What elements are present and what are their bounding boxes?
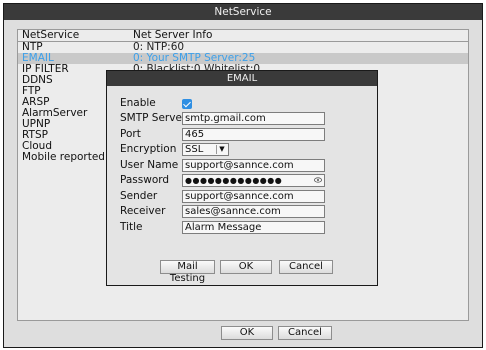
dialog-ok-button[interactable]: OK [220,260,272,274]
encryption-value: SSL [185,144,204,155]
email-dialog: EMAIL Enable SMTP Server smtp.gmail.com … [106,70,378,286]
sender-label: Sender [120,190,158,202]
title-label: Title [120,221,143,233]
column-header-netservice: NetService [22,29,80,41]
window-title: NetService [4,4,482,20]
cancel-button[interactable]: Cancel [278,326,332,340]
smtp-server-label: SMTP Server [120,112,187,124]
receiver-input[interactable]: sales@sannce.com [182,205,325,218]
password-field[interactable]: ●●●●●●●●●●●●● [182,174,325,187]
column-header-server-info: Net Server Info [133,29,213,41]
sender-input[interactable]: support@sannce.com [182,190,325,203]
title-input[interactable]: Alarm Message [182,221,325,234]
dialog-cancel-button[interactable]: Cancel [279,260,333,274]
password-label: Password [120,174,170,186]
dialog-title: EMAIL [107,71,377,86]
enable-checkbox[interactable] [182,99,192,109]
encryption-label: Encryption [120,143,177,155]
port-label: Port [120,128,141,140]
smtp-server-input[interactable]: smtp.gmail.com [182,112,325,125]
chevron-down-icon: ▼ [216,145,227,154]
list-header: NetService Net Server Info [18,30,468,42]
port-input[interactable]: 465 [182,128,325,141]
password-value: ●●●●●●●●●●●●● [185,176,283,185]
username-input[interactable]: support@sannce.com [182,159,325,172]
ok-button[interactable]: OK [221,326,273,340]
eye-icon[interactable] [314,177,322,183]
mail-testing-button[interactable]: Mail Testing [160,260,215,284]
receiver-label: Receiver [120,205,166,217]
username-label: User Name [120,159,179,171]
list-item-name: Mobile reported [22,151,105,163]
enable-label: Enable [120,97,156,109]
encryption-select[interactable]: SSL ▼ [182,143,229,156]
